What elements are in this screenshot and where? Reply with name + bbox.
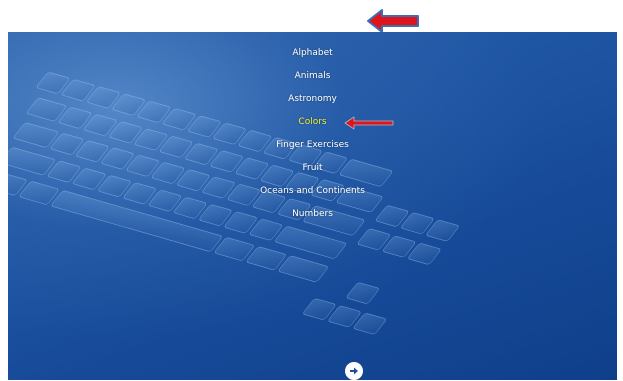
menu-item-astronomy[interactable]: Astronomy [8,88,617,111]
typing-app-screen: Alphabet Animals Astronomy Colors Finger… [8,32,617,380]
menu-item-animals[interactable]: Animals [8,65,617,88]
menu-item-colors[interactable]: Colors [8,111,617,134]
lesson-category-menu: Alphabet Animals Astronomy Colors Finger… [8,42,617,226]
menu-item-oceans-and-continents[interactable]: Oceans and Continents [8,180,617,203]
annotation-arrow-icon [367,9,419,33]
selection-pointer-arrow-icon [344,116,394,130]
menu-item-finger-exercises[interactable]: Finger Exercises [8,134,617,157]
menu-item-fruit[interactable]: Fruit [8,157,617,180]
right-arrow-icon [350,367,358,375]
page: Alphabet Animals Astronomy Colors Finger… [0,0,623,381]
next-arrow-button[interactable] [345,362,363,380]
menu-item-alphabet[interactable]: Alphabet [8,42,617,65]
menu-item-numbers[interactable]: Numbers [8,203,617,226]
